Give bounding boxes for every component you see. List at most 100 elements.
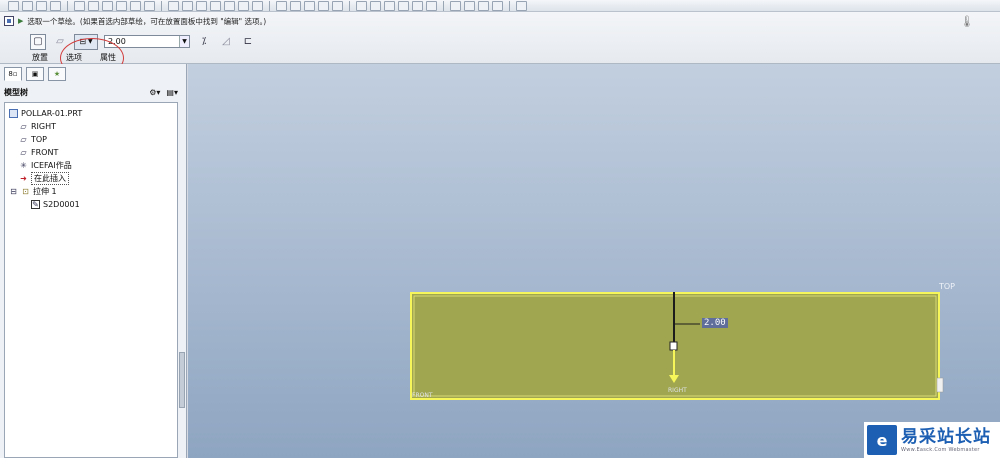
datum-curve-icon[interactable] [332,0,343,11]
tree-node-right[interactable]: ▱ RIGHT [19,120,56,132]
view-orient-icon[interactable] [224,0,235,11]
toolbar-separator [67,0,68,11]
tree-node-csys[interactable]: ✳ ICEFAI作品 [19,159,72,171]
flip-direction-button[interactable]: ⁒ [196,34,212,50]
model-tree: POLLAR-01.PRT ▱ RIGHT ▱ TOP ▱ FRONT ✳ IC… [4,102,178,458]
tree-node-sketch[interactable]: ✎ S2D0001 [31,198,80,210]
model-tree-tab[interactable]: 8▫ [4,67,22,81]
perspective-icon[interactable] [426,0,437,11]
points-display-icon[interactable] [478,0,489,11]
watermark-text: 易采站长站 Www.Easck.Com Webmaster [901,427,991,453]
dashboard-tabs: 放置 选项 属性 [30,52,118,63]
csys-display-icon[interactable] [492,0,503,11]
display-style-icon[interactable] [252,0,263,11]
copy-icon[interactable] [74,0,85,11]
datum-plane-icon: ▱ [20,134,27,144]
sketch-tool-icon[interactable] [276,0,287,11]
favorites-tab[interactable]: ★ [48,67,66,81]
tree-icon: 8▫ [8,70,18,78]
datum-point-icon[interactable] [290,0,301,11]
main-toolbar [0,0,1000,12]
window-icon[interactable] [130,0,141,11]
hidden-line-icon[interactable] [370,0,381,11]
depth-value: 2.00 [108,37,126,46]
datum-plane-tool-icon[interactable] [318,0,329,11]
solid-icon: ▢ [33,36,43,47]
tab-placement[interactable]: 放置 [30,52,50,63]
help-pointer-icon[interactable] [516,0,527,11]
depth-drag-handle[interactable] [669,341,678,351]
thermometer-icon: 🌡 [960,15,974,28]
dropdown-arrow-icon[interactable]: ▼ [179,36,189,47]
tree-node-label: 在此插入 [31,171,69,185]
solid-extrude-button[interactable]: ▢ [30,33,46,50]
open-icon[interactable] [22,0,33,11]
graphics-window[interactable]: TOP 2.00 RIGHT FRONT e 易采站长站 Www.Easck.C… [188,64,1000,458]
datum-label-front: FRONT [412,392,433,399]
remove-material-icon: ◿ [222,36,230,47]
folder-browser-tab[interactable]: ▣ [26,67,44,81]
wireframe-icon[interactable] [356,0,367,11]
save-icon[interactable] [36,0,47,11]
message-area: ▶ 选取一个草绘。(如果首选内部草绘，可在放置面板中找到 "编辑" 选项。) [4,15,266,27]
toolbar-separator [161,0,162,11]
toolbar-separator [269,0,270,11]
sketch-prompt-icon [4,16,14,26]
shaded-icon[interactable] [398,0,409,11]
new-icon[interactable] [8,0,19,11]
print-icon[interactable] [50,0,61,11]
paste-icon[interactable] [88,0,99,11]
no-hidden-icon[interactable] [384,0,395,11]
dimension-value[interactable]: 2.00 [702,318,728,328]
tree-columns-icon[interactable]: ▤▾ [166,88,178,97]
tree-node-label: FRONT [31,147,59,157]
datum-label-top: TOP [939,282,956,291]
model-view [410,292,944,400]
depth-value-input[interactable]: 2.00 ▼ [104,35,190,48]
planes-display-icon[interactable] [450,0,461,11]
zoom-out-icon[interactable] [196,0,207,11]
navigator-tabs: 8▫ ▣ ★ [4,67,66,81]
tree-node-part[interactable]: POLLAR-01.PRT [9,107,82,119]
extrude-icon: ⊡ [22,186,29,196]
tree-node-top[interactable]: ▱ TOP [19,133,47,145]
tab-options[interactable]: 选项 [64,52,84,63]
regenerate-icon[interactable] [102,0,113,11]
favorites-icon: ★ [53,70,61,78]
axes-display-icon[interactable] [464,0,475,11]
layer-icon[interactable] [144,0,155,11]
tree-node-insert-here[interactable]: ➜ 在此插入 [19,171,69,185]
thicken-icon: ⊏ [243,36,253,47]
model-tree-header: 模型树 ⚙▾ ▤▾ [4,85,178,99]
tab-properties[interactable]: 属性 [98,52,118,63]
model-tree-title: 模型树 [4,87,28,97]
depth-option-button[interactable]: ⊟ ▼ [74,33,98,50]
tree-node-extrude[interactable]: ⊟ ⊡ 拉伸 1 [9,185,57,197]
remove-material-button[interactable]: ◿ [218,34,234,50]
datum-plane-icon: ▱ [20,121,27,131]
tree-node-front[interactable]: ▱ FRONT [19,146,58,158]
watermark-logo: e [867,425,897,455]
arrow-icon: ▶ [18,17,24,25]
surface-icon: ▱ [56,36,64,47]
datum-axis-icon[interactable] [304,0,315,11]
refit-icon[interactable] [210,0,221,11]
enhanced-realism-icon[interactable] [412,0,423,11]
tree-node-label: ICEFAI作品 [31,160,72,170]
surface-extrude-button[interactable]: ▱ [52,34,68,50]
zoom-in-icon[interactable] [182,0,193,11]
prompt-text: 选取一个草绘。(如果首选内部草绘，可在放置面板中找到 "编辑" 选项。) [27,16,267,26]
expand-toggle-icon[interactable]: ⊟ [9,187,18,196]
part-icon [9,108,18,118]
tree-node-label: S2D0001 [43,199,80,209]
watermark: e 易采站长站 Www.Easck.Com Webmaster [864,422,1000,458]
saved-views-icon[interactable] [238,0,249,11]
shading-icon[interactable] [168,0,179,11]
toolbar-separator [509,0,510,11]
datum-label-right: RIGHT [668,387,687,394]
select-icon[interactable] [116,0,127,11]
thicken-sketch-button[interactable]: ⊏ [240,34,256,50]
tree-settings-icon[interactable]: ⚙▾ [149,88,160,97]
watermark-subtitle: Www.Easck.Com Webmaster [901,447,980,453]
panel-resize-handle[interactable] [179,352,185,408]
